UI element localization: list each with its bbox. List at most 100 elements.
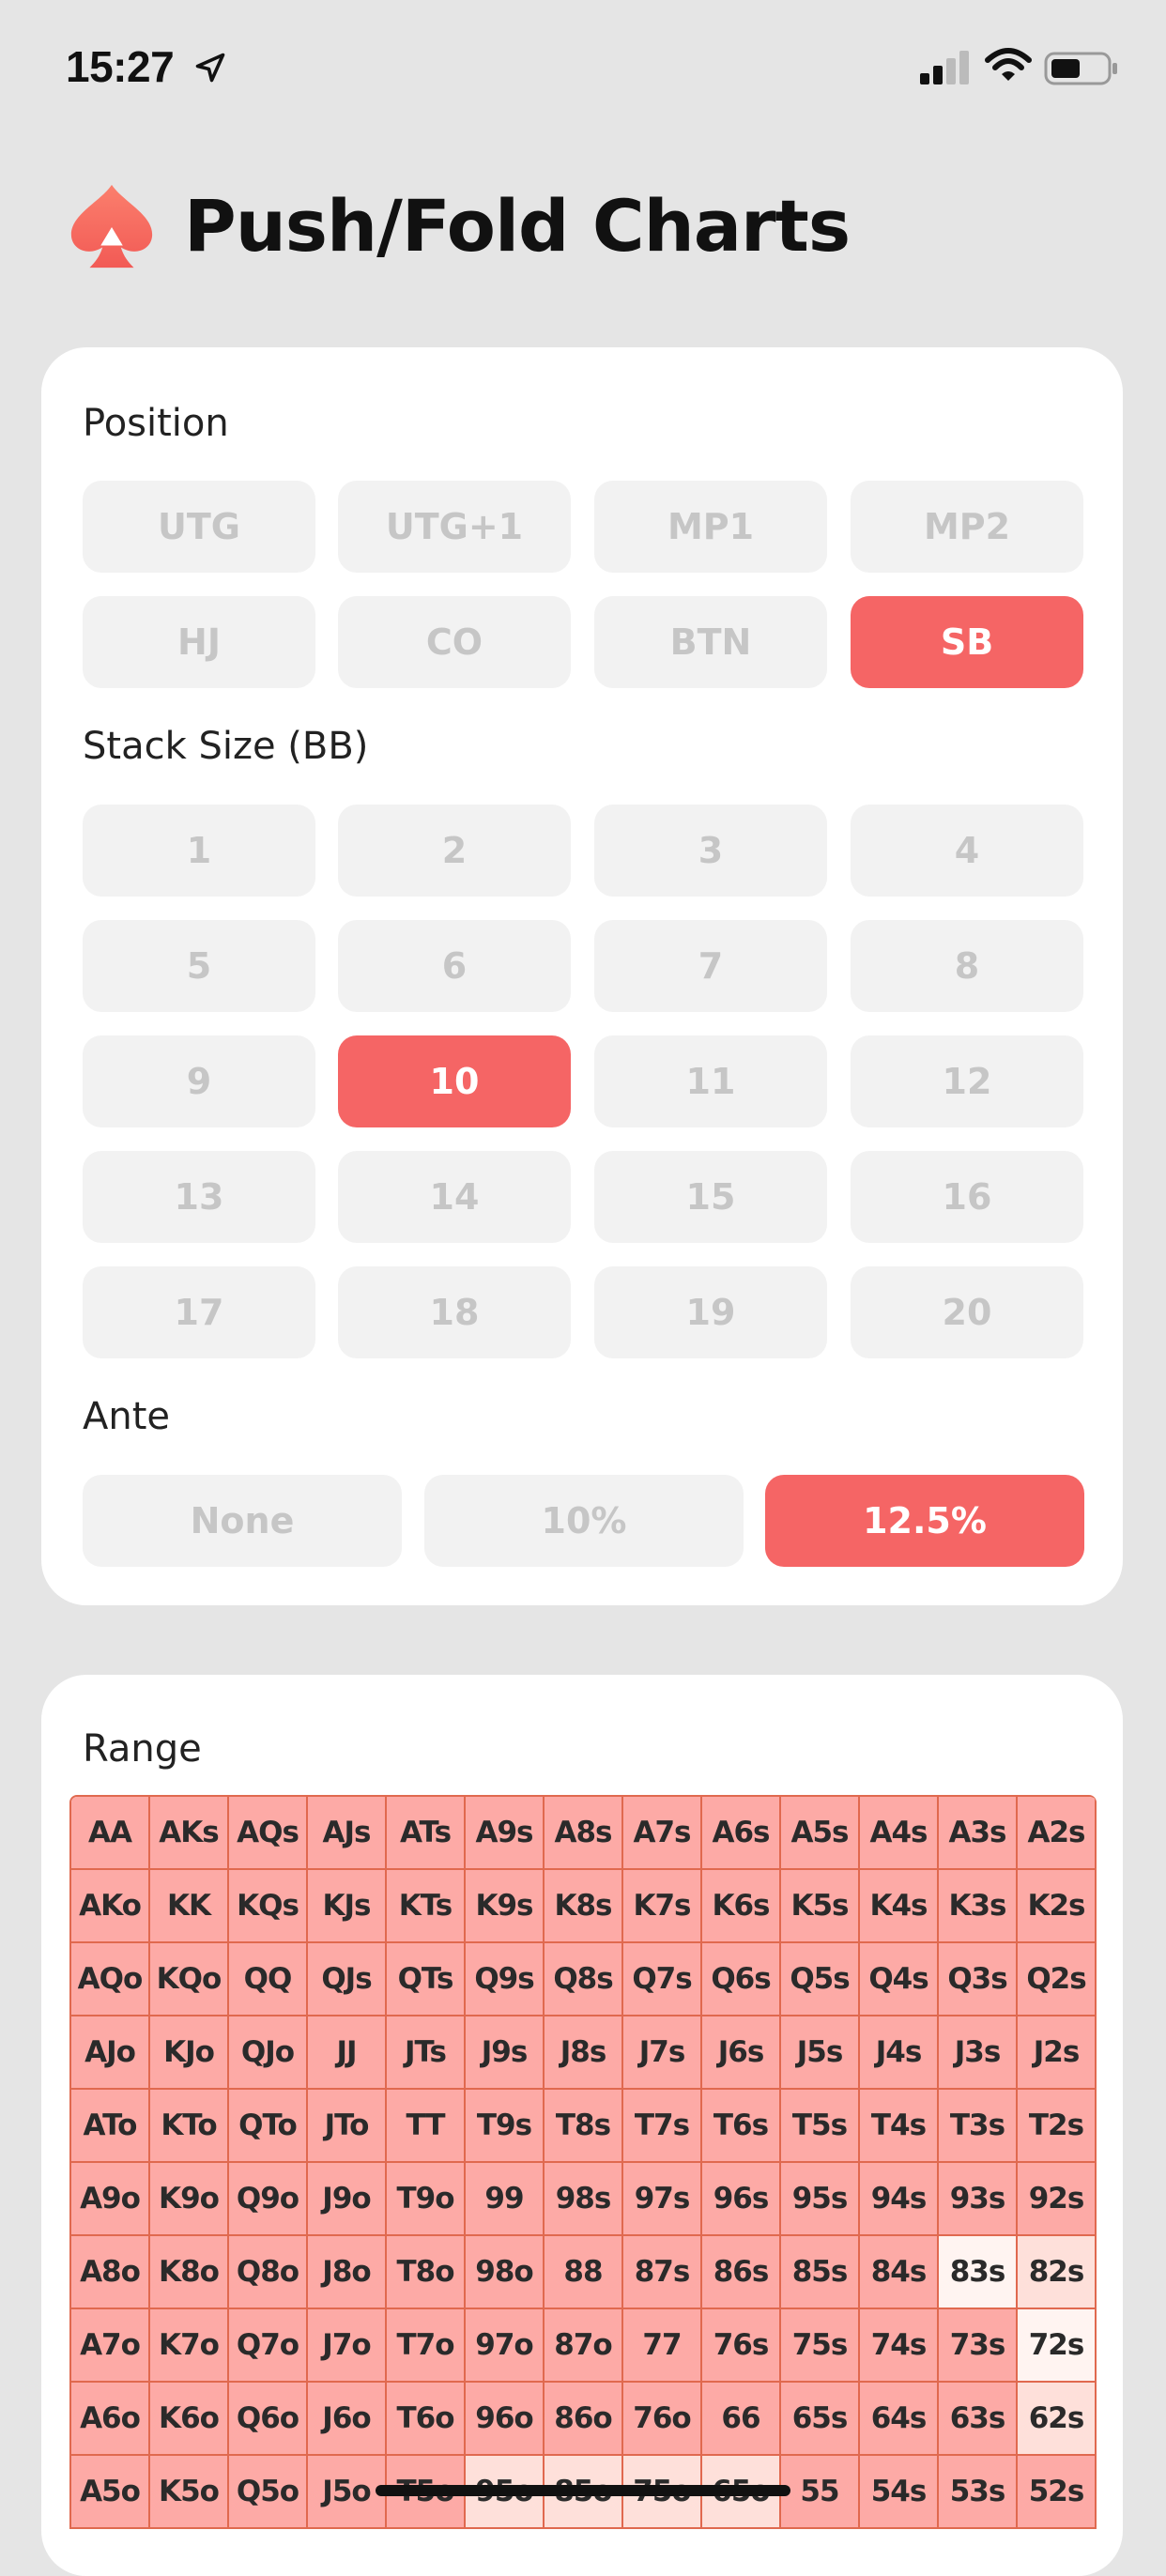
range-cell[interactable]: K5o bbox=[150, 2456, 229, 2529]
range-cell[interactable]: JTo bbox=[308, 2090, 387, 2163]
range-cell[interactable]: KTo bbox=[150, 2090, 229, 2163]
range-cell[interactable]: J3s bbox=[939, 2016, 1018, 2090]
range-cell[interactable]: A4s bbox=[860, 1797, 939, 1870]
range-cell[interactable]: T7s bbox=[623, 2090, 702, 2163]
range-cell[interactable]: 84s bbox=[860, 2236, 939, 2309]
position-option-co[interactable]: CO bbox=[338, 596, 571, 688]
position-option-mp1[interactable]: MP1 bbox=[594, 481, 827, 573]
range-cell[interactable]: QTs bbox=[387, 1943, 466, 2016]
range-cell[interactable]: T4s bbox=[860, 2090, 939, 2163]
range-cell[interactable]: 82s bbox=[1018, 2236, 1097, 2309]
range-cell[interactable]: 97o bbox=[466, 2309, 545, 2383]
range-cell[interactable]: J2s bbox=[1018, 2016, 1097, 2090]
stack-option-19[interactable]: 19 bbox=[594, 1266, 827, 1358]
range-cell[interactable]: K8o bbox=[150, 2236, 229, 2309]
range-cell[interactable]: J6o bbox=[308, 2383, 387, 2456]
range-cell[interactable]: 52s bbox=[1018, 2456, 1097, 2529]
range-cell[interactable]: A8s bbox=[545, 1797, 623, 1870]
range-cell[interactable]: 76o bbox=[623, 2383, 702, 2456]
range-cell[interactable]: 54s bbox=[860, 2456, 939, 2529]
stack-option-7[interactable]: 7 bbox=[594, 920, 827, 1012]
range-cell[interactable]: 88 bbox=[545, 2236, 623, 2309]
stack-option-6[interactable]: 6 bbox=[338, 920, 571, 1012]
range-cell[interactable]: Q9s bbox=[466, 1943, 545, 2016]
range-cell[interactable]: AQs bbox=[229, 1797, 308, 1870]
range-cell[interactable]: Q9o bbox=[229, 2163, 308, 2236]
range-cell[interactable]: 86s bbox=[702, 2236, 781, 2309]
range-cell[interactable]: A6s bbox=[702, 1797, 781, 1870]
range-cell[interactable]: 64s bbox=[860, 2383, 939, 2456]
range-cell[interactable]: JTs bbox=[387, 2016, 466, 2090]
range-cell[interactable]: KQs bbox=[229, 1870, 308, 1943]
range-cell[interactable]: A6o bbox=[71, 2383, 150, 2456]
range-cell[interactable]: T6s bbox=[702, 2090, 781, 2163]
range-cell[interactable]: KTs bbox=[387, 1870, 466, 1943]
range-cell[interactable]: T7o bbox=[387, 2309, 466, 2383]
range-cell[interactable]: K9s bbox=[466, 1870, 545, 1943]
position-option-utg1[interactable]: UTG+1 bbox=[338, 481, 571, 573]
position-option-btn[interactable]: BTN bbox=[594, 596, 827, 688]
range-cell[interactable]: QJo bbox=[229, 2016, 308, 2090]
stack-option-4[interactable]: 4 bbox=[851, 805, 1083, 897]
range-cell[interactable]: K7o bbox=[150, 2309, 229, 2383]
range-cell[interactable]: J6s bbox=[702, 2016, 781, 2090]
range-cell[interactable]: QJs bbox=[308, 1943, 387, 2016]
range-cell[interactable]: J4s bbox=[860, 2016, 939, 2090]
stack-option-8[interactable]: 8 bbox=[851, 920, 1083, 1012]
range-cell[interactable]: K8s bbox=[545, 1870, 623, 1943]
range-cell[interactable]: T8s bbox=[545, 2090, 623, 2163]
range-cell[interactable]: Q4s bbox=[860, 1943, 939, 2016]
position-option-utg[interactable]: UTG bbox=[83, 481, 315, 573]
range-cell[interactable]: K4s bbox=[860, 1870, 939, 1943]
range-cell[interactable]: T5s bbox=[781, 2090, 860, 2163]
ante-option-10[interactable]: 10% bbox=[424, 1475, 744, 1567]
range-cell[interactable]: J5s bbox=[781, 2016, 860, 2090]
range-cell[interactable]: 73s bbox=[939, 2309, 1018, 2383]
range-cell[interactable]: KK bbox=[150, 1870, 229, 1943]
stack-option-16[interactable]: 16 bbox=[851, 1151, 1083, 1243]
range-cell[interactable]: KJo bbox=[150, 2016, 229, 2090]
range-cell[interactable]: Q8s bbox=[545, 1943, 623, 2016]
range-cell[interactable]: 92s bbox=[1018, 2163, 1097, 2236]
range-cell[interactable]: K6o bbox=[150, 2383, 229, 2456]
range-cell[interactable]: K6s bbox=[702, 1870, 781, 1943]
range-cell[interactable]: 77 bbox=[623, 2309, 702, 2383]
range-cell[interactable]: J8o bbox=[308, 2236, 387, 2309]
range-cell[interactable]: K3s bbox=[939, 1870, 1018, 1943]
range-cell[interactable]: A9s bbox=[466, 1797, 545, 1870]
range-cell[interactable]: Q8o bbox=[229, 2236, 308, 2309]
range-cell[interactable]: 75s bbox=[781, 2309, 860, 2383]
range-cell[interactable]: 74s bbox=[860, 2309, 939, 2383]
position-option-mp2[interactable]: MP2 bbox=[851, 481, 1083, 573]
range-cell[interactable]: A3s bbox=[939, 1797, 1018, 1870]
range-cell[interactable]: Q6o bbox=[229, 2383, 308, 2456]
range-cell[interactable]: 87o bbox=[545, 2309, 623, 2383]
range-cell[interactable]: A8o bbox=[71, 2236, 150, 2309]
range-cell[interactable]: 94s bbox=[860, 2163, 939, 2236]
range-cell[interactable]: Q2s bbox=[1018, 1943, 1097, 2016]
stack-option-9[interactable]: 9 bbox=[83, 1035, 315, 1127]
range-cell[interactable]: T9s bbox=[466, 2090, 545, 2163]
range-cell[interactable]: 76s bbox=[702, 2309, 781, 2383]
stack-option-3[interactable]: 3 bbox=[594, 805, 827, 897]
range-cell[interactable]: Q5o bbox=[229, 2456, 308, 2529]
stack-option-5[interactable]: 5 bbox=[83, 920, 315, 1012]
range-cell[interactable]: Q3s bbox=[939, 1943, 1018, 2016]
range-cell[interactable]: T3s bbox=[939, 2090, 1018, 2163]
range-cell[interactable]: T2s bbox=[1018, 2090, 1097, 2163]
range-cell[interactable]: T8o bbox=[387, 2236, 466, 2309]
range-cell[interactable]: Q6s bbox=[702, 1943, 781, 2016]
range-cell[interactable]: QQ bbox=[229, 1943, 308, 2016]
range-cell[interactable]: 98o bbox=[466, 2236, 545, 2309]
range-cell[interactable]: A7o bbox=[71, 2309, 150, 2383]
range-cell[interactable]: AA bbox=[71, 1797, 150, 1870]
stack-option-14[interactable]: 14 bbox=[338, 1151, 571, 1243]
range-cell[interactable]: A5s bbox=[781, 1797, 860, 1870]
range-cell[interactable]: 72s bbox=[1018, 2309, 1097, 2383]
range-cell[interactable]: 93s bbox=[939, 2163, 1018, 2236]
range-cell[interactable]: J7s bbox=[623, 2016, 702, 2090]
range-cell[interactable]: K7s bbox=[623, 1870, 702, 1943]
range-cell[interactable]: Q7s bbox=[623, 1943, 702, 2016]
stack-option-20[interactable]: 20 bbox=[851, 1266, 1083, 1358]
range-cell[interactable]: KQo bbox=[150, 1943, 229, 2016]
